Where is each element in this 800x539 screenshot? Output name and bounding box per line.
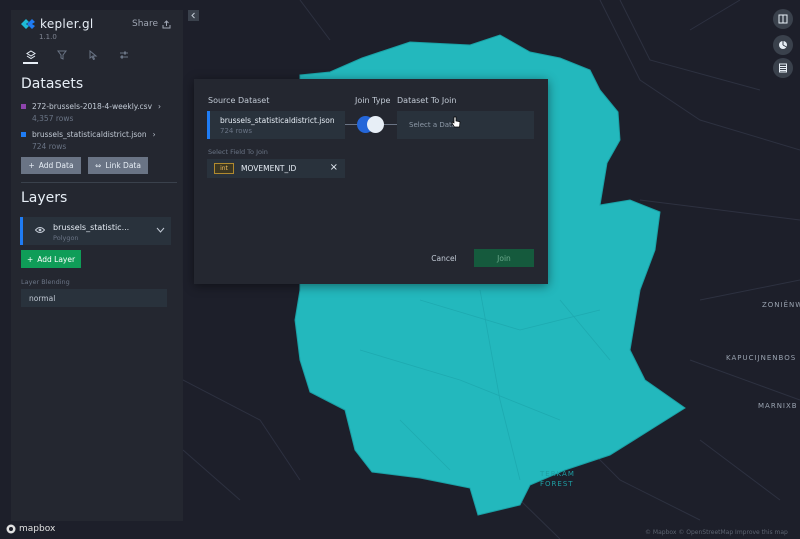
link-icon: ⇔ xyxy=(95,161,102,170)
panel-tabs xyxy=(23,48,131,64)
field-type-badge: int xyxy=(214,163,234,174)
dataset-to-join-label: Dataset To Join xyxy=(397,96,457,105)
dataset-name: brussels_statisticaldistrict.json xyxy=(32,130,147,139)
legend-icon xyxy=(779,41,787,49)
layer-blending-select[interactable]: normal xyxy=(21,289,167,307)
chevron-left-icon xyxy=(191,12,195,19)
cursor-click-icon xyxy=(89,50,97,60)
share-label: Share xyxy=(132,19,158,29)
table-icon xyxy=(779,63,787,73)
cancel-button[interactable]: Cancel xyxy=(422,249,466,267)
add-data-button[interactable]: + Add Data xyxy=(21,157,81,174)
source-dataset-select[interactable]: brussels_statisticaldistrict.json 724 ro… xyxy=(207,111,345,139)
kepler-logo-icon xyxy=(21,19,35,29)
brand-name: kepler.gl xyxy=(40,17,94,31)
add-data-label: Add Data xyxy=(38,161,74,170)
filter-icon xyxy=(56,50,67,60)
layers-title: Layers xyxy=(21,190,68,206)
map-attribution[interactable]: © Mapbox © OpenStreetMap Improve this ma… xyxy=(645,529,788,536)
layer-type: Polygon xyxy=(53,234,79,242)
eye-icon[interactable] xyxy=(35,226,45,234)
source-dataset-rows: 724 rows xyxy=(220,127,252,135)
mapbox-logo-icon xyxy=(6,524,16,534)
plus-icon: + xyxy=(26,254,34,264)
join-type-label: Join Type xyxy=(355,96,391,105)
datasets-title: Datasets xyxy=(21,76,84,92)
join-dataset-modal: Source Dataset Join Type Dataset To Join… xyxy=(194,79,548,284)
collapse-sidebar-button[interactable] xyxy=(188,10,199,21)
layer-panel-header[interactable]: brussels_statistic... Polygon xyxy=(20,217,171,245)
join-button[interactable]: Join xyxy=(474,249,534,267)
tab-base-map[interactable] xyxy=(116,48,131,62)
source-dataset-name: brussels_statisticaldistrict.json xyxy=(220,116,335,125)
link-data-label: Link Data xyxy=(105,161,141,170)
map-label: TERKAM xyxy=(540,470,575,478)
dataset-rows: 724 rows xyxy=(32,142,67,151)
legend-button[interactable] xyxy=(773,35,793,55)
chevron-right-icon: › xyxy=(158,102,162,111)
tab-filters[interactable] xyxy=(54,48,69,62)
close-icon[interactable]: × xyxy=(330,162,338,173)
map-label: FOREST xyxy=(540,480,574,488)
add-layer-button[interactable]: + Add Layer xyxy=(21,250,81,268)
map-label: KAPUCIJNENBOS xyxy=(726,354,797,362)
version-label: 1.1.0 xyxy=(39,33,57,41)
link-data-button[interactable]: ⇔ Link Data xyxy=(88,157,148,174)
join-field-select[interactable]: int MOVEMENT_ID × xyxy=(207,159,345,178)
join-type-right-circle[interactable] xyxy=(367,116,384,133)
dataset-color-swatch xyxy=(21,104,26,109)
plus-icon: + xyxy=(28,161,35,170)
split-map-icon xyxy=(778,14,788,24)
tab-layers[interactable] xyxy=(23,48,38,64)
chevron-down-icon[interactable] xyxy=(156,227,165,233)
dataset-item[interactable]: brussels_statisticaldistrict.json › 724 … xyxy=(21,130,156,151)
hand-pointer-icon xyxy=(451,116,461,128)
tab-interactions[interactable] xyxy=(85,48,100,62)
layer-blending-label: Layer Blending xyxy=(21,278,70,286)
select-field-label: Select Field To Join xyxy=(208,148,268,156)
mapbox-logo[interactable]: mapbox xyxy=(6,524,55,534)
share-icon xyxy=(162,19,171,28)
dataset-name: 272-brussels-2018-4-weekly.csv xyxy=(32,102,153,111)
settings-sliders-icon xyxy=(119,51,128,59)
source-dataset-label: Source Dataset xyxy=(208,96,270,105)
brand: kepler.gl xyxy=(21,17,94,31)
dataset-rows: 4,357 rows xyxy=(32,114,74,123)
side-panel: kepler.gl 1.1.0 Share Datasets 272-bruss… xyxy=(11,10,183,521)
chevron-right-icon: › xyxy=(152,130,156,139)
layer-name: brussels_statistic... xyxy=(53,223,130,232)
share-button[interactable]: Share xyxy=(132,19,171,29)
data-table-button[interactable] xyxy=(773,58,793,78)
mapbox-logo-text: mapbox xyxy=(19,524,56,534)
add-layer-label: Add Layer xyxy=(37,254,76,264)
map-label: MARNIXB xyxy=(758,402,798,410)
map-label: ZONIËNW xyxy=(762,301,800,309)
split-map-button[interactable] xyxy=(773,9,793,29)
dataset-color-swatch xyxy=(21,132,26,137)
dataset-to-join-select[interactable]: Select a Datas xyxy=(397,111,534,139)
field-name: MOVEMENT_ID xyxy=(241,164,297,173)
divider xyxy=(21,182,177,183)
dataset-item[interactable]: 272-brussels-2018-4-weekly.csv › 4,357 r… xyxy=(21,102,161,123)
layers-icon xyxy=(25,50,36,60)
